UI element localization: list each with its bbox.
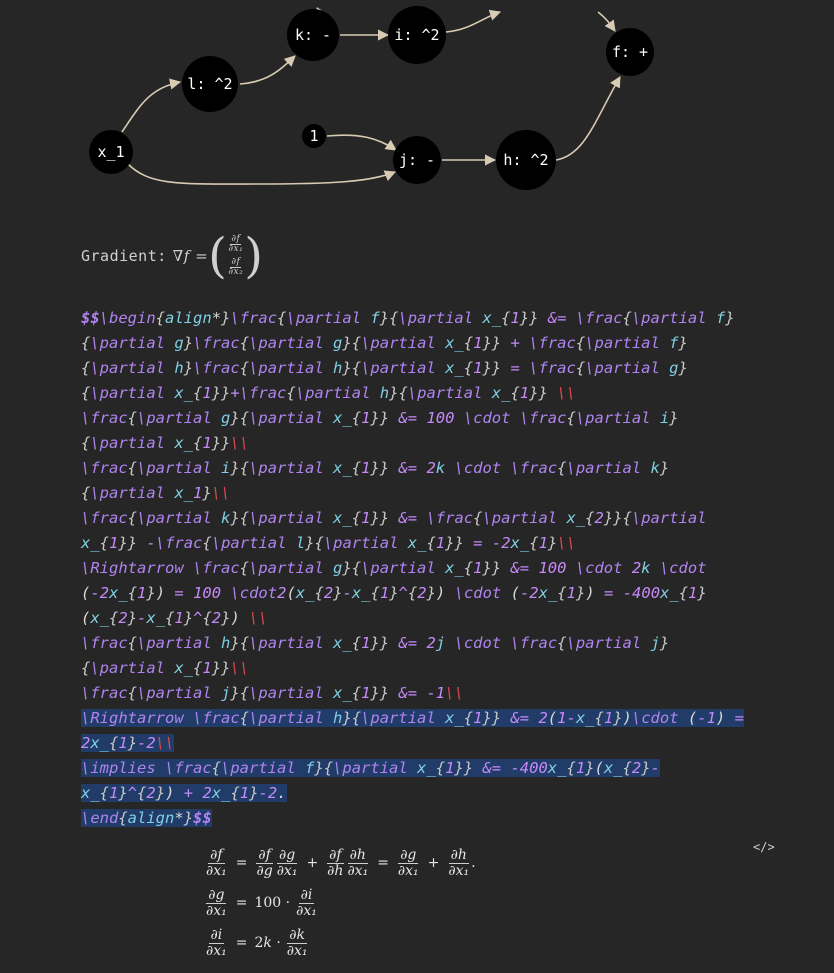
gradient-entry-2: ∂f ∂x₂ (228, 256, 244, 277)
gradient-entry-1: ∂f ∂x₁ (228, 233, 244, 255)
code-line[interactable]: x_{1}} -\frac{\partial l}{\partial x_{1}… (81, 531, 783, 556)
code-line-text: x_{1}} -\frac{\partial l}{\partial x_{1}… (81, 534, 576, 552)
code-line[interactable]: \Rightarrow \frac{\partial g}{\partial x… (81, 556, 783, 581)
code-line-text: \frac{\partial h}{\partial x_{1}} &= 2j … (81, 634, 670, 652)
gradient-label: Gradient: (81, 247, 167, 265)
code-line[interactable]: \frac{\partial k}{\partial x_{1}} &= \fr… (81, 506, 783, 531)
graph-node-j: j: - (393, 136, 441, 184)
code-toggle-icon[interactable]: </> (753, 840, 775, 854)
code-line-text: {\partial x_{1}}+\frac{\partial h}{\part… (81, 384, 576, 402)
graph-node-l: l: ^2 (182, 56, 238, 112)
graph-node-label-i: i: ^2 (394, 26, 439, 44)
gradient-output: Gradient: ∇f = ( ∂f ∂x₁ ∂f ∂x₂ ) (81, 228, 263, 284)
rendered-math-output: ∂f ∂x₁ = ∂f ∂g ∂g ∂x₁ + ∂f ∂h ∂h ∂x₁ = ∂g ∂x₁ … (204, 843, 476, 963)
code-line[interactable]: x_{1}^{2}) + 2x_{1}-2. (81, 781, 783, 806)
left-paren: ( (208, 228, 228, 284)
graph-node-k: k: - (287, 9, 339, 61)
code-line-text: {\partial x_{1}}\\ (81, 434, 250, 452)
code-line[interactable]: \frac{\partial j}{\partial x_{1}} &= -1\… (81, 681, 783, 706)
edge-one-j (326, 134, 397, 151)
code-line[interactable]: (-2x_{1}) = 100 \cdot2(x_{2}-x_{1}^{2}) … (81, 581, 783, 606)
graph-node-label-f: f: + (612, 43, 648, 61)
graph-node-label-j: j: - (399, 151, 435, 169)
rendered-row-3: ∂i ∂x₁ = 2k · ∂k ∂x₁ (206, 926, 308, 959)
code-line[interactable]: $$\begin{align*}\frac{\partial f}{\parti… (81, 306, 783, 331)
code-line-text: 2x_{1}-2\\ (81, 734, 175, 752)
code-line[interactable]: (x_{2}-x_{1}^{2}) \\ (81, 606, 783, 631)
code-line-text: {\partial g}\frac{\partial g}{\partial x… (81, 334, 688, 352)
code-line[interactable]: \frac{\partial h}{\partial x_{1}} &= 2j … (81, 631, 783, 656)
code-line[interactable]: {\partial x_{1}}\\ (81, 656, 783, 681)
code-line-text: \implies \frac{\partial f}{\partial x_{1… (81, 759, 660, 777)
graph-node-label-k: k: - (295, 26, 331, 44)
code-line[interactable]: {\partial x_{1}}+\frac{\partial h}{\part… (81, 381, 783, 406)
right-paren: ) (244, 228, 264, 284)
graph-node-i: i: ^2 (388, 6, 446, 64)
graph-node-x1: x_1 (89, 130, 133, 174)
edge-x1-l (121, 78, 182, 133)
gradient-nabla: ∇f = (172, 247, 209, 265)
code-line-text: \end{align*}$$ (81, 809, 212, 827)
edge-x1-j (127, 163, 397, 185)
code-line-text: \Rightarrow \frac{\partial g}{\partial x… (81, 559, 707, 577)
code-line-text: (-2x_{1}) = 100 \cdot2(x_{2}-x_{1}^{2}) … (81, 584, 707, 602)
code-line-text: $$\begin{align*}\frac{\partial f}{\parti… (81, 309, 735, 327)
code-line[interactable]: {\partial x_1}\\ (81, 481, 783, 506)
graph-node-label-x1: x_1 (97, 143, 124, 161)
code-line[interactable]: {\partial h}\frac{\partial h}{\partial x… (81, 356, 783, 381)
code-line[interactable]: {\partial g}\frac{\partial g}{\partial x… (81, 331, 783, 356)
code-line[interactable]: {\partial x_{1}}\\ (81, 431, 783, 456)
edge-l-k (239, 55, 296, 85)
code-line[interactable]: 2x_{1}-2\\ (81, 731, 783, 756)
rendered-row-1: ∂f ∂x₁ = ∂f ∂g ∂g ∂x₁ + ∂f ∂h ∂h ∂x₁ = ∂g ∂x₁ … (206, 846, 476, 879)
graph-node-label-h: h: ^2 (503, 151, 548, 169)
edge-in-f (597, 11, 616, 32)
code-line[interactable]: \frac{\partial g}{\partial x_{1}} &= 100… (81, 406, 783, 431)
code-line[interactable]: \end{align*}$$ (81, 806, 783, 831)
graph-node-one: 1 (302, 124, 326, 148)
graph-node-f: f: + (606, 28, 654, 76)
code-line-text: \frac{\partial i}{\partial x_{1}} &= 2k … (81, 459, 670, 477)
edge-i-out (445, 9, 502, 33)
code-line-text: \frac{\partial g}{\partial x_{1}} &= 100… (81, 409, 679, 427)
code-line-text: \Rightarrow \frac{\partial h}{\partial x… (81, 709, 744, 727)
code-line-text: \frac{\partial k}{\partial x_{1}} &= \fr… (81, 509, 707, 527)
latex-source-editor[interactable]: $$\begin{align*}\frac{\partial f}{\parti… (81, 306, 783, 831)
code-line-text: {\partial x_1}\\ (81, 484, 231, 502)
code-line[interactable]: \Rightarrow \frac{\partial h}{\partial x… (81, 706, 783, 731)
code-line-text: (x_{2}-x_{1}^{2}) \\ (81, 609, 268, 627)
graph-node-h: h: ^2 (496, 130, 556, 190)
code-line-text: x_{1}^{2}) + 2x_{1}-2. (81, 784, 287, 802)
code-line-text: {\partial x_{1}}\\ (81, 659, 250, 677)
graph-node-label-one: 1 (309, 127, 318, 145)
edge-h-f (555, 76, 621, 161)
gradient-vector: ∂f ∂x₁ ∂f ∂x₂ (228, 233, 244, 278)
code-line-text: \frac{\partial j}{\partial x_{1}} &= -1\… (81, 684, 464, 702)
code-line[interactable]: \frac{\partial i}{\partial x_{1}} &= 2k … (81, 456, 783, 481)
code-line[interactable]: \implies \frac{\partial f}{\partial x_{1… (81, 756, 783, 781)
code-line-text: {\partial h}\frac{\partial h}{\partial x… (81, 359, 688, 377)
rendered-row-2: ∂g ∂x₁ = 100 · ∂i ∂x₁ (206, 886, 317, 919)
gradient-formula: ∇f = ( ∂f ∂x₁ ∂f ∂x₂ ) (173, 232, 264, 280)
computation-graph: x_1 l: ^2 k: - i: ^2 f: + 1 j: - h: ^2 (89, 6, 654, 190)
graph-node-label-l: l: ^2 (187, 75, 232, 93)
